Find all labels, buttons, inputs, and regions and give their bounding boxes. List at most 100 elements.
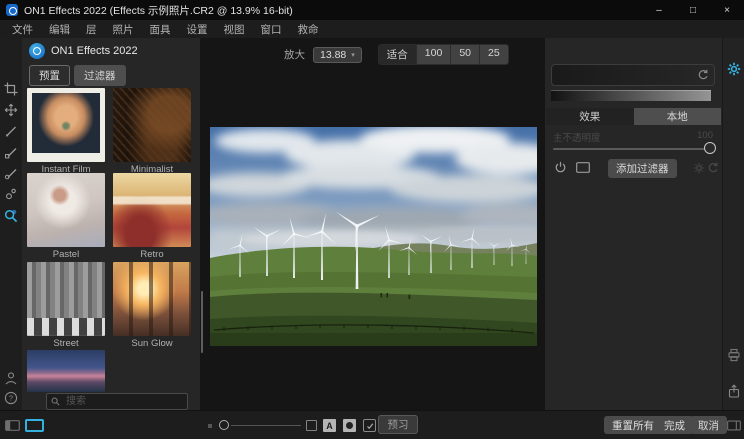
zoom-100-button[interactable]: 100: [417, 45, 452, 64]
panel-toggle-icon[interactable]: [727, 420, 741, 431]
preset-thumbnail: [27, 88, 105, 162]
preset-label: Pastel: [27, 249, 105, 260]
tab-effects[interactable]: 效果: [546, 108, 634, 125]
preset-thumbnail: [113, 88, 191, 162]
preset-thumbnail: [27, 350, 105, 392]
menu-view[interactable]: 视图: [216, 22, 253, 37]
preview-button[interactable]: 预习: [378, 415, 418, 434]
bottom-bar: A 预习 重置所有 完成 取消: [0, 410, 744, 439]
menu-photo[interactable]: 照片: [105, 22, 142, 37]
right-tool-rail: [722, 38, 744, 410]
preset-filter-tabs: 预置 过滤器: [29, 65, 126, 86]
zoom-presets: 适合 100 50 25: [378, 44, 509, 65]
reset-all-button[interactable]: 重置所有: [604, 416, 662, 434]
mask-preview-icon[interactable]: [576, 162, 590, 173]
preset-minimalist[interactable]: Minimalist: [113, 88, 191, 175]
svg-text:?: ?: [9, 394, 13, 403]
power-toggle-icon[interactable]: [554, 161, 567, 174]
check-mark-icon: [366, 422, 374, 430]
preset-street[interactable]: Street: [27, 262, 105, 349]
tab-filters[interactable]: 过滤器: [74, 65, 126, 86]
window-title: ON1 Effects 2022 (Effects 示例照片.CR2 @ 13.…: [24, 3, 293, 18]
mask-circle-icon[interactable]: [343, 419, 356, 432]
avatar-icon[interactable]: [4, 371, 18, 385]
tab-presets[interactable]: 预置: [29, 65, 70, 86]
move-icon[interactable]: [4, 103, 18, 117]
on1-logo-icon: [29, 43, 45, 59]
zoom-50-button[interactable]: 50: [451, 45, 480, 64]
zoom-slider-handle[interactable]: [219, 420, 229, 430]
zoom-toolbar: 放大 13.88 ▾ 适合 100 50 25: [284, 44, 509, 65]
zoom-25-button[interactable]: 25: [480, 45, 508, 64]
local-brush-icon[interactable]: [4, 166, 18, 180]
minimize-button[interactable]: –: [642, 0, 676, 20]
zoom-out-dot[interactable]: [208, 424, 212, 428]
crop-icon[interactable]: [4, 82, 18, 96]
proof-a-icon[interactable]: A: [323, 419, 336, 432]
panel-header: ON1 Effects 2022: [29, 43, 138, 59]
master-opacity-row: 主不透明度 100: [553, 130, 713, 144]
menu-help[interactable]: 救命: [290, 22, 327, 37]
menu-edit[interactable]: 编辑: [41, 22, 78, 37]
reset-arrow-icon[interactable]: [697, 69, 709, 81]
preset-mountain[interactable]: [27, 350, 105, 394]
effects-magnifier-icon[interactable]: [4, 209, 18, 223]
photo-windmills[interactable]: [210, 127, 537, 346]
close-button[interactable]: ×: [710, 0, 744, 20]
export-icon[interactable]: [727, 384, 741, 398]
preset-strip[interactable]: [551, 64, 715, 86]
settings-gear-icon[interactable]: [727, 62, 741, 76]
preset-thumbnail: [113, 262, 191, 336]
panel-scrollbar[interactable]: [201, 291, 203, 353]
preset-instant-film[interactable]: Instant Film: [27, 88, 105, 175]
preset-thumbnail: [27, 173, 105, 247]
preset-label: Street: [27, 338, 105, 349]
menu-settings[interactable]: 设置: [179, 22, 216, 37]
gamut-check-icon[interactable]: [363, 419, 376, 432]
panel-title: ON1 Effects 2022: [51, 45, 138, 57]
undo-arrow-icon[interactable]: [707, 162, 719, 174]
app-logo-icon: [6, 4, 18, 16]
zoom-value: 13.88: [320, 49, 346, 61]
split-view-icon[interactable]: [5, 420, 20, 431]
master-opacity-label: 主不透明度: [553, 130, 601, 144]
preset-search: [46, 393, 188, 410]
preset-panel: ON1 Effects 2022 预置 过滤器 Instant Film Min…: [22, 38, 200, 410]
cancel-button[interactable]: 取消: [690, 416, 727, 434]
single-view-icon[interactable]: [25, 419, 44, 432]
preset-label: Retro: [113, 249, 191, 260]
filter-gear-icon[interactable]: [693, 162, 705, 174]
left-tool-rail: ?: [0, 38, 22, 410]
titlebar: ON1 Effects 2022 (Effects 示例照片.CR2 @ 13.…: [0, 0, 744, 20]
tab-local[interactable]: 本地: [634, 108, 722, 125]
fit-button[interactable]: 适合: [379, 45, 417, 64]
search-input[interactable]: [64, 395, 168, 408]
master-opacity-track[interactable]: [553, 148, 711, 150]
effects-local-tabs: 效果 本地: [546, 108, 721, 125]
masking-brush-icon[interactable]: [4, 145, 18, 159]
filter-actions-row: 添加过滤器: [545, 159, 722, 179]
refine-brush-icon[interactable]: [4, 124, 18, 138]
preset-label: Sun Glow: [113, 338, 191, 349]
preset-retro[interactable]: Retro: [113, 173, 191, 260]
maximize-button[interactable]: □: [676, 0, 710, 20]
effects-panel: 效果 本地 主不透明度 100 添加过滤器: [545, 38, 722, 410]
done-button[interactable]: 完成: [656, 416, 693, 434]
canvas-area: 放大 13.88 ▾ 适合 100 50 25: [200, 38, 545, 410]
preset-sun-glow[interactable]: Sun Glow: [113, 262, 191, 349]
zoom-slider-track[interactable]: [231, 425, 301, 427]
printer-icon[interactable]: [727, 348, 741, 362]
help-icon[interactable]: ?: [4, 391, 18, 405]
menu-file[interactable]: 文件: [4, 22, 41, 37]
preset-pastel[interactable]: Pastel: [27, 173, 105, 260]
add-filter-button[interactable]: 添加过滤器: [608, 159, 677, 178]
master-opacity-handle[interactable]: [704, 142, 716, 154]
menu-layer[interactable]: 层: [78, 22, 105, 37]
compare-box-icon[interactable]: [306, 420, 317, 431]
menu-mask[interactable]: 面具: [142, 22, 179, 37]
gradient-strip: [551, 90, 711, 101]
blemish-icon[interactable]: [4, 187, 18, 201]
zoom-select[interactable]: 13.88 ▾: [313, 47, 362, 63]
menu-window[interactable]: 窗口: [253, 22, 290, 37]
on1-effects-window: ON1 Effects 2022 (Effects 示例照片.CR2 @ 13.…: [0, 0, 744, 439]
